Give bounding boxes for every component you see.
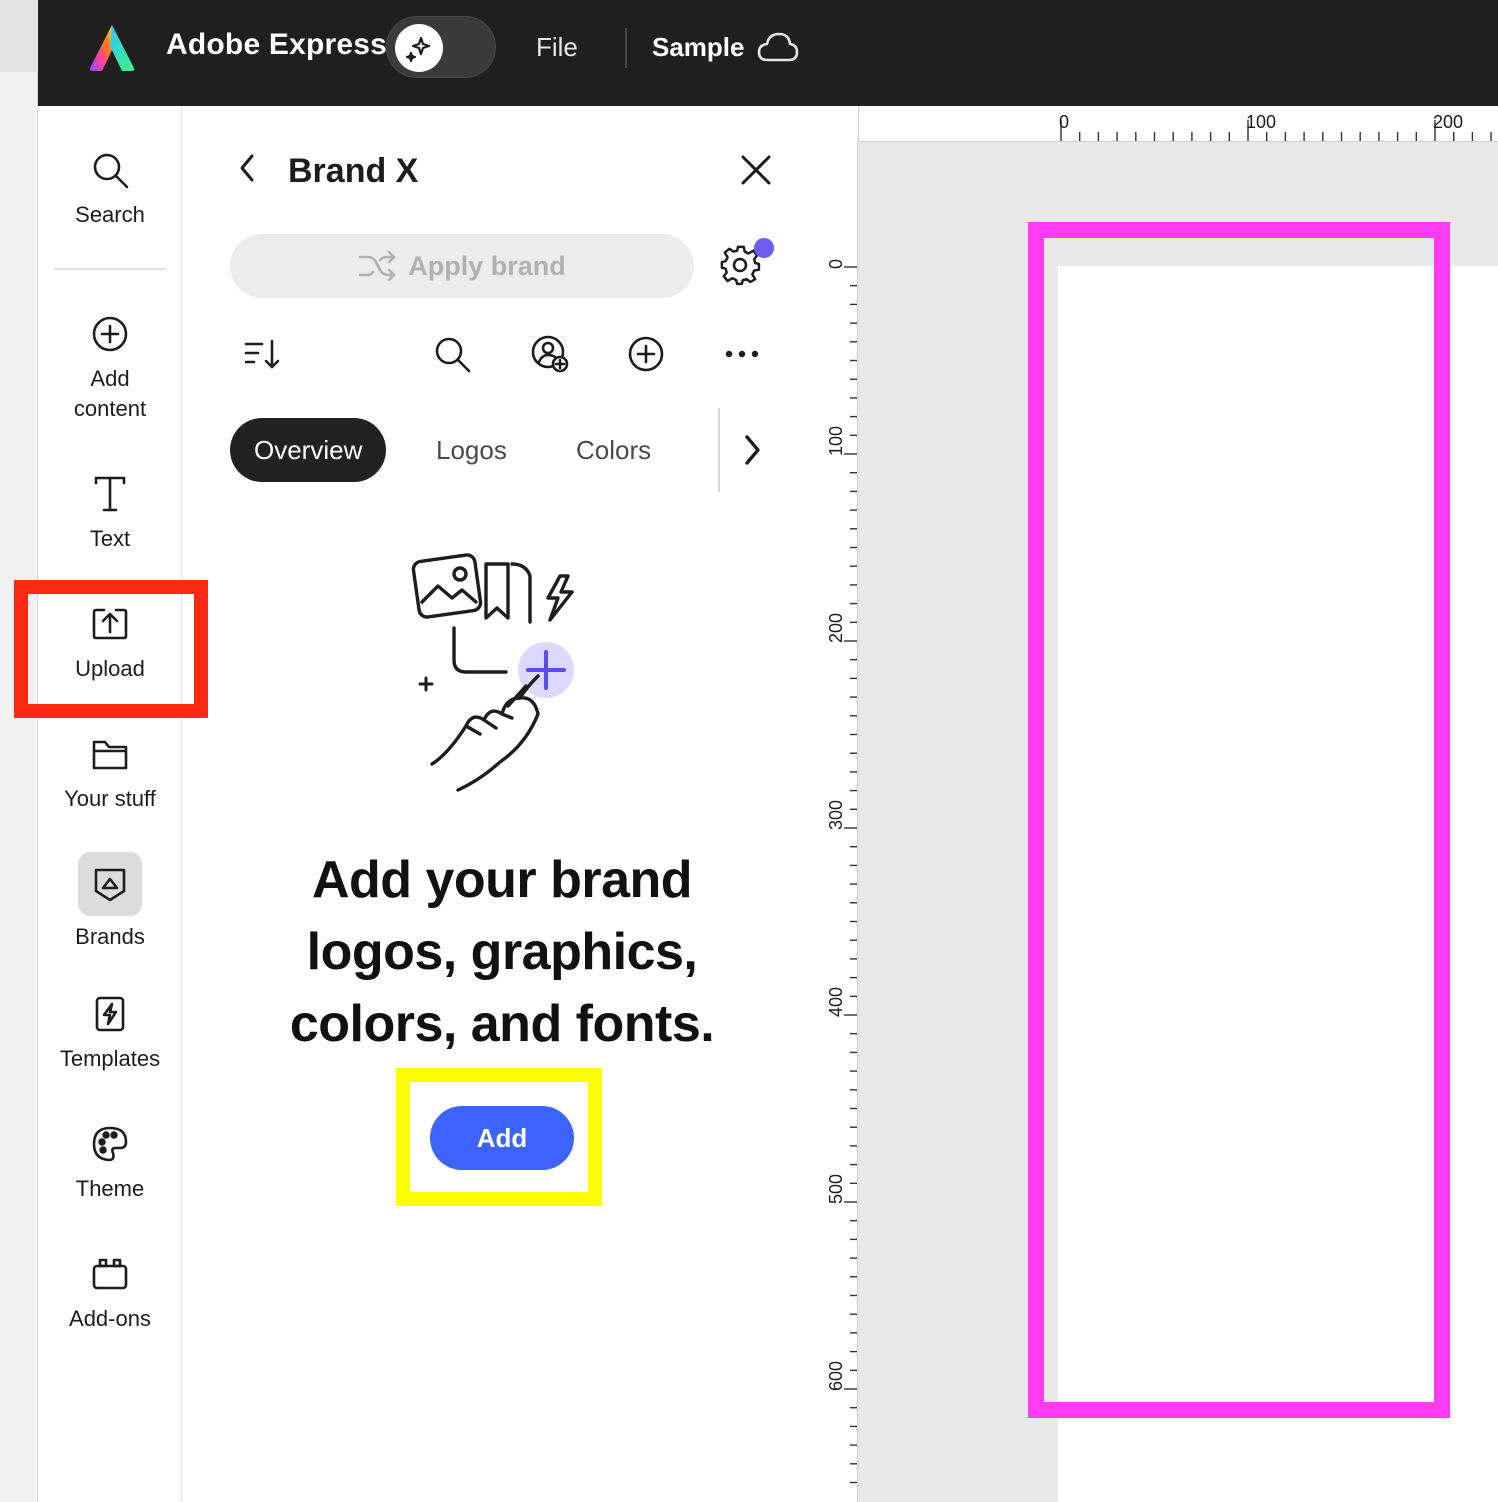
rail-label: Your stuff xyxy=(64,786,156,811)
folder-icon xyxy=(92,740,128,770)
more-button[interactable] xyxy=(720,332,764,376)
ruler-label: 200 xyxy=(1433,112,1463,132)
rail-item-templates[interactable]: Templates xyxy=(38,990,182,1074)
rail-label: Brands xyxy=(75,924,145,949)
artboard[interactable] xyxy=(1058,266,1498,1502)
ruler-label: 0 xyxy=(1059,112,1069,132)
rail-label: Search xyxy=(75,202,145,227)
sparkle-icon xyxy=(395,24,443,72)
ruler-label: 0 xyxy=(826,259,846,269)
file-menu[interactable]: File xyxy=(536,32,578,63)
ruler-label: 200 xyxy=(826,613,846,643)
panel-search-button[interactable] xyxy=(430,332,474,376)
document-title[interactable]: Sample xyxy=(652,32,745,63)
top-bar: Adobe Express File Sample xyxy=(38,0,1498,106)
add-asset-button[interactable] xyxy=(624,332,668,376)
apply-brand-button[interactable]: Apply brand xyxy=(230,234,694,298)
rail-divider xyxy=(54,268,166,270)
rail-label: Theme xyxy=(75,1176,145,1201)
app-title: Adobe Express xyxy=(166,28,388,61)
brand-assets-illustration xyxy=(411,553,574,792)
ruler-left: 0 100 200 300 400 500 600 xyxy=(822,142,858,1502)
search-icon xyxy=(435,337,471,373)
add-user-button[interactable] xyxy=(528,332,572,376)
left-rail: Search Add content Text Upload Your stuf… xyxy=(38,106,182,1502)
addons-icon xyxy=(92,1258,128,1290)
sort-button[interactable] xyxy=(240,332,284,376)
rail-item-add-content[interactable]: Add content xyxy=(38,310,182,424)
ruler-label: 100 xyxy=(1246,112,1276,132)
ruler-label: 400 xyxy=(826,987,846,1017)
more-icon xyxy=(725,350,759,358)
rail-item-upload[interactable]: Upload xyxy=(38,600,182,684)
templates-icon xyxy=(95,996,125,1032)
ruler-label: 600 xyxy=(826,1361,846,1391)
rail-label: Add content xyxy=(73,366,147,421)
add-button[interactable]: Add xyxy=(430,1106,574,1170)
tab-logos[interactable]: Logos xyxy=(436,418,507,482)
brand-panel: Brand X Apply brand Overview Logos Color… xyxy=(182,106,822,1502)
text-icon xyxy=(94,476,126,512)
rail-label: Add-ons xyxy=(69,1306,151,1331)
ruler-label: 500 xyxy=(826,1174,846,1204)
generative-toggle[interactable] xyxy=(386,16,496,78)
close-icon[interactable] xyxy=(738,152,774,188)
add-user-icon xyxy=(531,335,569,373)
rail-item-add-ons[interactable]: Add-ons xyxy=(38,1250,182,1334)
tab-divider xyxy=(718,408,720,492)
back-icon[interactable] xyxy=(234,150,262,186)
cloud-icon[interactable] xyxy=(756,28,800,68)
ruler-corner xyxy=(822,106,858,142)
search-icon xyxy=(93,153,129,189)
shuffle-icon xyxy=(358,250,396,282)
upload-icon xyxy=(92,608,128,640)
plus-circle-icon xyxy=(628,336,664,372)
notification-dot xyxy=(754,238,774,258)
rail-label: Upload xyxy=(75,656,145,681)
rail-item-search[interactable]: Search xyxy=(38,146,182,230)
adobe-express-logo-icon[interactable] xyxy=(86,22,138,74)
tab-colors[interactable]: Colors xyxy=(576,418,651,482)
rail-label: Text xyxy=(89,526,131,551)
ruler-label: 300 xyxy=(826,800,846,830)
rail-label: Templates xyxy=(59,1046,161,1071)
tab-overview[interactable]: Overview xyxy=(230,418,387,482)
panel-title: Brand X xyxy=(288,152,419,190)
ruler-label: 100 xyxy=(826,426,846,456)
rail-item-your-stuff[interactable]: Your stuff xyxy=(38,730,182,814)
header-divider xyxy=(625,28,627,68)
rail-item-theme[interactable]: Theme xyxy=(38,1120,182,1204)
left-edge-strip xyxy=(0,0,38,1502)
brand-icon xyxy=(94,868,126,902)
sort-icon xyxy=(244,339,280,369)
palette-icon xyxy=(92,1126,128,1162)
rail-item-brands[interactable]: Brands xyxy=(38,852,182,952)
rail-item-text[interactable]: Text xyxy=(38,470,182,554)
apply-brand-label: Apply brand xyxy=(408,250,566,281)
chevron-right-icon[interactable] xyxy=(738,432,766,468)
plus-circle-icon xyxy=(92,316,128,352)
brands-active-bg xyxy=(78,852,142,916)
ruler-top: 0 100 200 xyxy=(858,106,1498,142)
empty-state-headline: Add your brand logos, graphics, colors, … xyxy=(289,851,715,1053)
